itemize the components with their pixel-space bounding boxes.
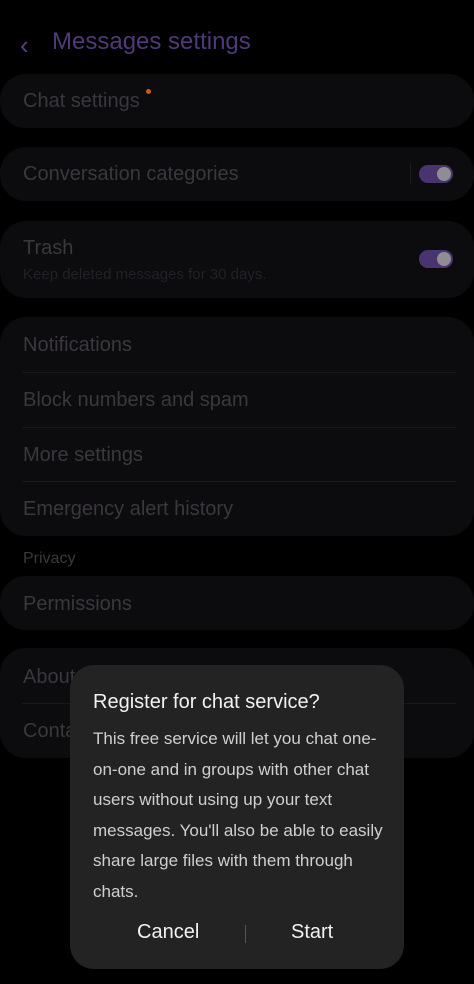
conversation-categories-row[interactable]: Conversation categories	[0, 147, 474, 201]
app-header: ‹ Messages settings	[0, 20, 474, 72]
privacy-section-label: Privacy	[23, 550, 76, 567]
cancel-button[interactable]: Cancel	[137, 921, 199, 944]
emergency-alert-row[interactable]: Emergency alert history	[0, 481, 474, 536]
conversation-categories-toggle[interactable]	[419, 165, 453, 183]
start-button[interactable]: Start	[291, 921, 333, 944]
contact-label: Conta	[23, 720, 77, 742]
trash-label: Trash	[23, 237, 74, 259]
chat-settings-card[interactable]: Chat settings	[0, 74, 474, 128]
new-badge	[146, 89, 151, 94]
back-icon[interactable]: ‹	[20, 32, 40, 58]
row-divider	[410, 163, 411, 185]
block-numbers-label: Block numbers and spam	[23, 389, 249, 411]
conversation-categories-label: Conversation categories	[23, 163, 239, 185]
more-settings-label: More settings	[23, 444, 144, 466]
button-divider	[245, 925, 246, 943]
settings-group: Notifications Block numbers and spam Mor…	[0, 317, 474, 536]
emergency-alert-label: Emergency alert history	[23, 498, 234, 520]
chat-settings-label: Chat settings	[23, 90, 140, 112]
page-title: Messages settings	[52, 28, 251, 55]
notifications-row[interactable]: Notifications	[0, 317, 474, 372]
trash-row[interactable]: Trash Keep deleted messages for 30 days.	[0, 221, 474, 298]
dialog-body: This free service will let you chat one-…	[93, 729, 383, 901]
about-label: About	[23, 666, 76, 688]
trash-description: Keep deleted messages for 30 days.	[23, 266, 267, 283]
toggle-knob	[437, 252, 451, 266]
permissions-label: Permissions	[23, 593, 132, 615]
dialog-title: Register for chat service?	[93, 691, 320, 713]
block-numbers-row[interactable]: Block numbers and spam	[0, 372, 474, 427]
more-settings-row[interactable]: More settings	[0, 427, 474, 481]
notifications-label: Notifications	[23, 334, 132, 356]
trash-toggle[interactable]	[419, 250, 453, 268]
register-chat-dialog: Register for chat service? This free ser…	[70, 665, 404, 969]
permissions-row[interactable]: Permissions	[0, 576, 474, 630]
toggle-knob	[437, 167, 451, 181]
